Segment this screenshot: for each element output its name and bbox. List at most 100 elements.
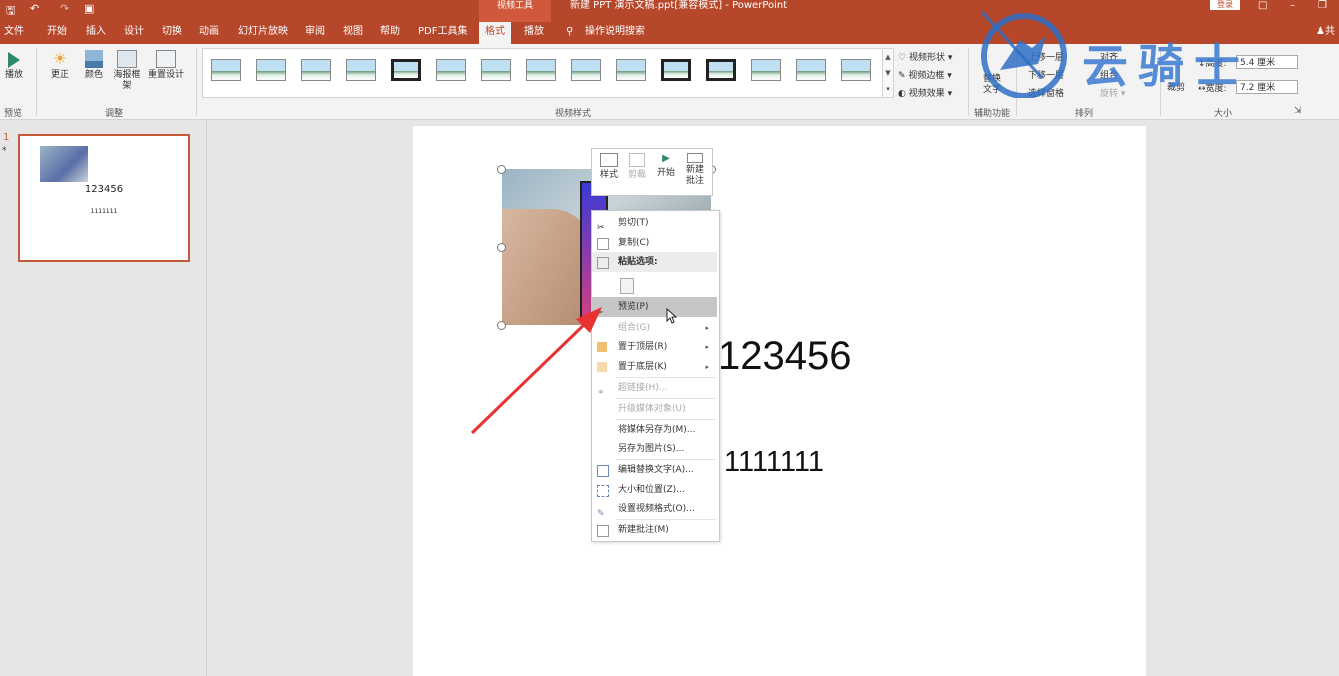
video-style-thumb[interactable]: [796, 59, 826, 81]
video-style-thumb[interactable]: [391, 59, 421, 81]
menu-item-label: 新建批注(M): [618, 525, 669, 535]
mouse-cursor-icon: [666, 308, 678, 324]
group-separator: [36, 48, 37, 116]
video-style-thumb[interactable]: [346, 59, 376, 81]
video-border-icon: ✎: [898, 71, 909, 81]
menu-item-new-comment[interactable]: 新建批注(M): [592, 520, 717, 540]
play-icon: [8, 52, 20, 68]
tab-file[interactable]: 文件: [4, 22, 24, 44]
menu-item-label: 设置视频格式(O)...: [618, 504, 695, 514]
video-shape-button[interactable]: ♡ 视频形状 ▾: [898, 50, 952, 63]
tab-transitions[interactable]: 切换: [162, 22, 182, 44]
size-icon: [597, 485, 609, 497]
undo-icon[interactable]: ↶: [30, 2, 39, 15]
save-icon[interactable]: 🖫: [6, 2, 15, 21]
resize-handle[interactable]: [497, 165, 506, 174]
video-styles-gallery: [202, 48, 884, 98]
paste-icon: [597, 257, 609, 269]
video-style-thumb[interactable]: [526, 59, 556, 81]
menu-item-copy[interactable]: 复制(C): [592, 233, 717, 253]
present-icon[interactable]: ▣: [84, 2, 94, 15]
slide-animation-star: *: [2, 146, 7, 156]
play-button[interactable]: 播放: [3, 52, 25, 81]
tab-view[interactable]: 视图: [343, 22, 363, 44]
menu-item-label: 大小和位置(Z)...: [618, 485, 685, 495]
video-style-thumb[interactable]: [706, 59, 736, 81]
menu-item-label: 编辑替换文字(A)...: [618, 465, 694, 475]
size-dialog-launcher-icon[interactable]: ⇲: [1294, 106, 1302, 116]
video-style-thumb[interactable]: [751, 59, 781, 81]
tab-review[interactable]: 审阅: [305, 22, 325, 44]
submenu-arrow-icon: ▸: [705, 343, 709, 351]
redo-icon[interactable]: ↷: [60, 2, 69, 15]
trim-icon: [629, 153, 645, 167]
poster-frame-label: 海报框架: [113, 70, 141, 91]
menu-item-label: 组合(G): [618, 323, 650, 333]
video-effects-button[interactable]: ◐ 视频效果 ▾: [898, 86, 952, 99]
tab-insert[interactable]: 插入: [86, 22, 106, 44]
group-accessibility-label: 辅助功能: [974, 109, 1011, 119]
reset-design-button[interactable]: 重置设计: [146, 50, 186, 81]
slide-title[interactable]: 123456: [718, 334, 851, 379]
paste-option-button[interactable]: [592, 274, 717, 298]
menu-item-edit-alt-text[interactable]: 编辑替换文字(A)...: [592, 460, 717, 480]
menu-item-label: 剪切(T): [618, 218, 649, 228]
tab-design[interactable]: 设计: [124, 22, 144, 44]
gallery-scroll[interactable]: ▲ ▼ ▾: [882, 48, 894, 98]
correct-button[interactable]: ☀ 更正: [46, 50, 74, 81]
video-shape-label: 视频形状: [908, 53, 945, 63]
menu-item-format-video[interactable]: ✎ 设置视频格式(O)...: [592, 499, 717, 519]
video-style-thumb[interactable]: [256, 59, 286, 81]
menu-item-cut[interactable]: ✂ 剪切(T): [592, 213, 717, 233]
tab-pdf-tools[interactable]: PDF工具集: [418, 22, 467, 44]
resize-handle[interactable]: [497, 243, 506, 252]
new-comment-button[interactable]: 新建批注: [681, 153, 709, 187]
watermark-text: 云骑士: [1082, 39, 1250, 93]
color-picture-icon: [85, 50, 103, 68]
new-comment-icon: [687, 153, 703, 163]
style-icon: [600, 153, 618, 167]
video-style-thumb[interactable]: [301, 59, 331, 81]
poster-frame-button[interactable]: 海报框架: [112, 50, 142, 92]
menu-item-label: 粘贴选项:: [618, 257, 658, 267]
comment-icon: [597, 525, 609, 537]
window-title: 新建 PPT 演示文稿.ppt[兼容模式] - PowerPoint: [570, 0, 788, 11]
submenu-arrow-icon: ▸: [705, 363, 709, 371]
alt-text-icon: [597, 465, 609, 477]
tab-help[interactable]: 帮助: [380, 22, 400, 44]
start-icon: ▶: [662, 153, 670, 164]
video-style-thumb[interactable]: [661, 59, 691, 81]
video-border-button[interactable]: ✎ 视频边框 ▾: [898, 68, 952, 81]
menu-item-save-as-picture[interactable]: 另存为图片(S)...: [592, 439, 717, 459]
thumb-subtitle: 1111111: [90, 208, 118, 215]
tell-me-search[interactable]: 操作说明搜索: [585, 22, 645, 44]
menu-item-size-position[interactable]: 大小和位置(Z)...: [592, 480, 717, 500]
video-style-thumb[interactable]: [841, 59, 871, 81]
menu-item-label: 复制(C): [618, 238, 650, 248]
video-style-thumb[interactable]: [616, 59, 646, 81]
trim-label: 剪裁: [627, 170, 646, 180]
video-style-thumb[interactable]: [571, 59, 601, 81]
color-button[interactable]: 颜色: [80, 50, 108, 81]
sun-icon: ☀: [52, 49, 68, 68]
start-button[interactable]: ▶ 开始: [652, 153, 680, 179]
slide-thumbnail[interactable]: 123456 1111111: [18, 134, 190, 262]
poster-frame-icon: [117, 50, 137, 68]
video-border-label: 视频边框: [908, 71, 945, 81]
group-adjust-label: 调整: [105, 109, 124, 119]
tab-home[interactable]: 开始: [47, 22, 67, 44]
play-label: 播放: [4, 70, 23, 80]
video-style-thumb[interactable]: [211, 59, 241, 81]
reset-design-label: 重置设计: [147, 70, 184, 80]
tab-format[interactable]: 格式: [479, 22, 511, 44]
tab-playback[interactable]: 播放: [524, 22, 544, 44]
video-tools-context: 视频工具: [479, 0, 551, 22]
group-size-label: 大小: [1214, 109, 1233, 119]
trim-button[interactable]: 剪裁: [623, 153, 651, 181]
video-style-thumb[interactable]: [436, 59, 466, 81]
tab-slideshow[interactable]: 幻灯片放映: [238, 22, 288, 44]
style-button[interactable]: 样式: [595, 153, 623, 181]
tab-animations[interactable]: 动画: [199, 22, 219, 44]
video-style-thumb[interactable]: [481, 59, 511, 81]
slide-subtitle[interactable]: 1111111: [724, 446, 824, 479]
